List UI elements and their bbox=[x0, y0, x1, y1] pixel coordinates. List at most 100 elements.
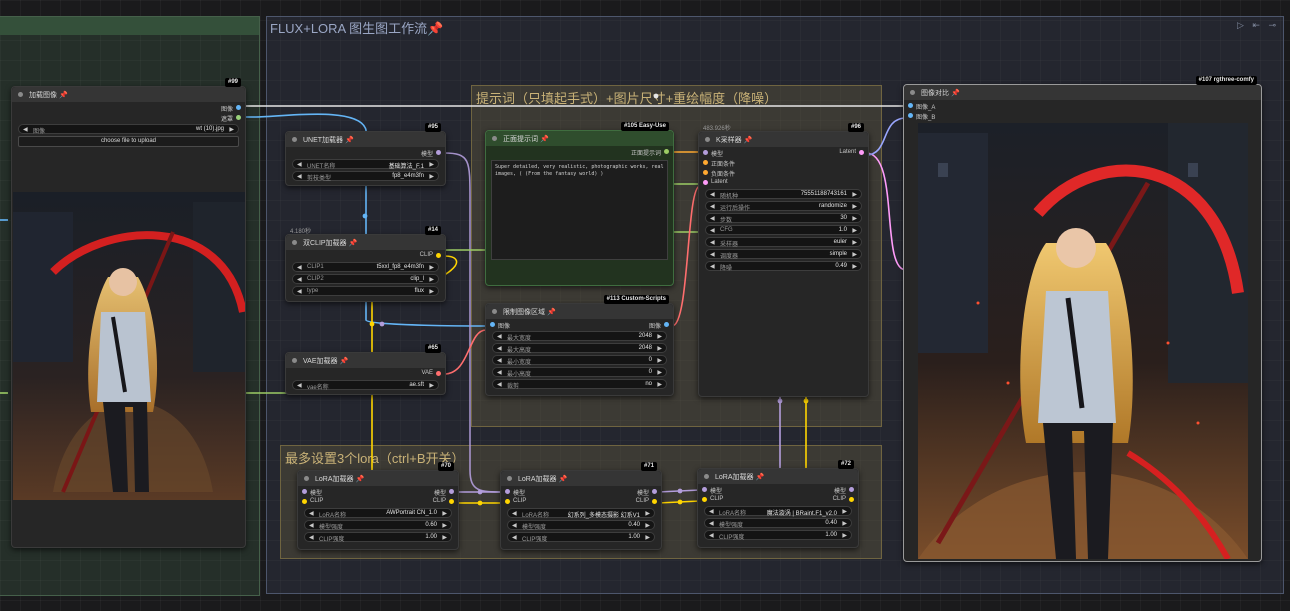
output-socket-icon[interactable] bbox=[849, 487, 854, 492]
clip-strength-input[interactable]: ◀ CLIP强度 1.00 ▶ bbox=[304, 532, 452, 543]
collapse-dot-icon[interactable] bbox=[292, 240, 297, 245]
image-select[interactable]: ◀ 图像 wt (10).jpg ▶ bbox=[18, 124, 239, 135]
denoise-input[interactable]: ◀ 降噪 0.49 ▶ bbox=[705, 261, 862, 272]
vae-name-select[interactable]: ◀ vae名称 ae.sft ▶ bbox=[292, 380, 439, 391]
arrow-left-icon[interactable]: ◀ bbox=[710, 227, 715, 234]
collapse-dot-icon[interactable] bbox=[292, 137, 297, 142]
arrow-right-icon[interactable]: ▶ bbox=[645, 534, 650, 541]
arrow-right-icon[interactable]: ▶ bbox=[657, 381, 662, 388]
lora-name-select[interactable]: ◀ LoRA名称 AWPortrait CN_1.0 ▶ bbox=[304, 508, 452, 519]
output-socket-icon[interactable] bbox=[652, 489, 657, 494]
input-image-b[interactable]: 图像_B bbox=[904, 110, 1261, 121]
input-socket-icon[interactable] bbox=[703, 170, 708, 175]
io-clip[interactable]: CLIP CLIP bbox=[698, 494, 858, 504]
arrow-left-icon[interactable]: ◀ bbox=[297, 382, 302, 389]
arrow-left-icon[interactable]: ◀ bbox=[709, 508, 714, 515]
arrow-right-icon[interactable]: ▶ bbox=[852, 251, 857, 258]
input-socket-icon[interactable] bbox=[702, 487, 707, 492]
node-title[interactable]: UNET加载器 📌 bbox=[286, 132, 445, 147]
lora-name-select[interactable]: ◀ LoRA名称 幻系列_多模态摄影 幻系V1 ▶ bbox=[507, 508, 655, 519]
input-socket-icon[interactable] bbox=[908, 113, 913, 118]
min-height-input[interactable]: ◀ 最小高度 0 ▶ bbox=[492, 367, 667, 378]
weight-dtype-select[interactable]: ◀ 剪枝类型 fp8_e4m3fn ▶ bbox=[292, 171, 439, 182]
model-strength-input[interactable]: ◀ 模型强度 0.40 ▶ bbox=[704, 518, 852, 529]
collapse-dot-icon[interactable] bbox=[304, 476, 309, 481]
positive-prompt-node[interactable]: #105 Easy-Use 正面提示词 📌 正面提示词 Super detaile… bbox=[485, 122, 674, 286]
node-title[interactable]: LoRA加载器 📌 bbox=[501, 471, 661, 486]
input-socket-icon[interactable] bbox=[490, 322, 495, 327]
load-image-node[interactable]: #99 加载图像 📌 图像 遮罩 ◀ 图像 wt (10).jpg ▶ choose f… bbox=[11, 78, 246, 548]
vae-loader-node[interactable]: #65 VAE加载器 📌 VAE ◀ vae名称 ae.sft ▶ bbox=[285, 344, 446, 395]
arrow-left-icon[interactable]: ◀ bbox=[23, 126, 28, 133]
arrow-right-icon[interactable]: ▶ bbox=[429, 276, 434, 283]
arrow-right-icon[interactable]: ▶ bbox=[442, 510, 447, 517]
node-title[interactable]: 正面提示词 📌 bbox=[486, 131, 673, 146]
node-title[interactable]: K采样器 📌 bbox=[699, 132, 868, 147]
io-image[interactable]: 图像 图像 bbox=[486, 319, 673, 330]
arrow-right-icon[interactable]: ▶ bbox=[852, 239, 857, 246]
clip2-select[interactable]: ◀ CLIP2 clip_l ▶ bbox=[292, 274, 439, 284]
unet-loader-node[interactable]: #95 UNET加载器 📌 模型 ◀ UNET名称 基础算法_F.1 ▶ ◀ 剪枝类型 fp… bbox=[285, 123, 446, 186]
output-vae[interactable]: VAE bbox=[286, 368, 445, 378]
scheduler-select[interactable]: ◀ 调度器 simple ▶ bbox=[705, 249, 862, 260]
collapse-dot-icon[interactable] bbox=[18, 92, 23, 97]
unet-name-select[interactable]: ◀ UNET名称 基础算法_F.1 ▶ bbox=[292, 159, 439, 170]
arrow-left-icon[interactable]: ◀ bbox=[297, 288, 302, 295]
output-socket-icon[interactable] bbox=[449, 499, 454, 504]
node-title[interactable]: LoRA加载器 📌 bbox=[298, 471, 458, 486]
prompt-textarea[interactable]: Super detailed, very realistic, photogra… bbox=[491, 160, 668, 260]
input-latent[interactable]: Latent bbox=[699, 177, 868, 187]
max-width-input[interactable]: ◀ 最大宽度 2048 ▶ bbox=[492, 331, 667, 342]
arrow-left-icon[interactable]: ◀ bbox=[710, 203, 715, 210]
output-socket-icon[interactable] bbox=[664, 149, 669, 154]
model-strength-input[interactable]: ◀ 模型强度 0.40 ▶ bbox=[507, 520, 655, 531]
arrow-right-icon[interactable]: ▶ bbox=[429, 161, 434, 168]
ksampler-node[interactable]: 483.926秒 #96 K采样器 📌 模型 Latent 正面条件 负面条件 La… bbox=[698, 123, 869, 397]
output-socket-icon[interactable] bbox=[664, 322, 669, 327]
arrow-left-icon[interactable]: ◀ bbox=[710, 191, 715, 198]
arrow-right-icon[interactable]: ▶ bbox=[852, 203, 857, 210]
arrow-right-icon[interactable]: ▶ bbox=[229, 126, 234, 133]
input-socket-icon[interactable] bbox=[703, 150, 708, 155]
arrow-left-icon[interactable]: ◀ bbox=[497, 369, 502, 376]
arrow-left-icon[interactable]: ◀ bbox=[497, 357, 502, 364]
collapse-dot-icon[interactable] bbox=[704, 474, 709, 479]
control-after-generate-select[interactable]: ◀ 运行后操作 randomize ▶ bbox=[705, 201, 862, 212]
compare-image-preview[interactable] bbox=[918, 123, 1248, 559]
output-socket-icon[interactable] bbox=[859, 150, 864, 155]
input-socket-icon[interactable] bbox=[505, 499, 510, 504]
lora-loader-node-3[interactable]: #72 LoRA加载器 📌 模型 模型 CLIP CLIP ◀ LoRA名称 魔法漩涡 |… bbox=[697, 460, 859, 548]
arrow-left-icon[interactable]: ◀ bbox=[297, 173, 302, 180]
io-clip[interactable]: CLIP CLIP bbox=[298, 496, 458, 506]
arrow-left-icon[interactable]: ◀ bbox=[710, 239, 715, 246]
arrow-right-icon[interactable]: ▶ bbox=[429, 382, 434, 389]
input-negative[interactable]: 负面条件 bbox=[699, 167, 868, 178]
arrow-right-icon[interactable]: ▶ bbox=[657, 333, 662, 340]
arrow-left-icon[interactable]: ◀ bbox=[710, 251, 715, 258]
output-socket-icon[interactable] bbox=[236, 115, 241, 120]
cfg-input[interactable]: ◀ CFG 1.0 ▶ bbox=[705, 225, 862, 235]
node-title[interactable]: LoRA加载器 📌 bbox=[698, 469, 858, 484]
input-socket-icon[interactable] bbox=[302, 499, 307, 504]
io-model[interactable]: 模型 模型 bbox=[298, 486, 458, 497]
arrow-right-icon[interactable]: ▶ bbox=[852, 215, 857, 222]
output-socket-icon[interactable] bbox=[449, 489, 454, 494]
arrow-left-icon[interactable]: ◀ bbox=[709, 520, 714, 527]
model-strength-input[interactable]: ◀ 模型强度 0.60 ▶ bbox=[304, 520, 452, 531]
clip-strength-input[interactable]: ◀ CLIP强度 1.00 ▶ bbox=[704, 530, 852, 541]
collapse-dot-icon[interactable] bbox=[492, 136, 497, 141]
input-image-a[interactable]: 图像_A bbox=[904, 100, 1261, 111]
arrow-right-icon[interactable]: ▶ bbox=[852, 191, 857, 198]
output-socket-icon[interactable] bbox=[436, 150, 441, 155]
arrow-right-icon[interactable]: ▶ bbox=[442, 522, 447, 529]
arrow-right-icon[interactable]: ▶ bbox=[842, 532, 847, 539]
io-model[interactable]: 模型 模型 bbox=[698, 484, 858, 495]
image-compare-node[interactable]: #107 rgthree-comfy 图像对比 📌 图像_A 图像_B bbox=[903, 76, 1262, 562]
arrow-left-icon[interactable]: ◀ bbox=[297, 161, 302, 168]
collapse-dot-icon[interactable] bbox=[705, 137, 710, 142]
arrow-left-icon[interactable]: ◀ bbox=[512, 522, 517, 529]
dual-clip-loader-node[interactable]: 4.180秒 #14 双CLIP加载器 📌 CLIP ◀ CLIP1 t5xxl_fp… bbox=[285, 226, 446, 302]
input-socket-icon[interactable] bbox=[703, 180, 708, 185]
arrow-right-icon[interactable]: ▶ bbox=[657, 369, 662, 376]
arrow-right-icon[interactable]: ▶ bbox=[429, 288, 434, 295]
